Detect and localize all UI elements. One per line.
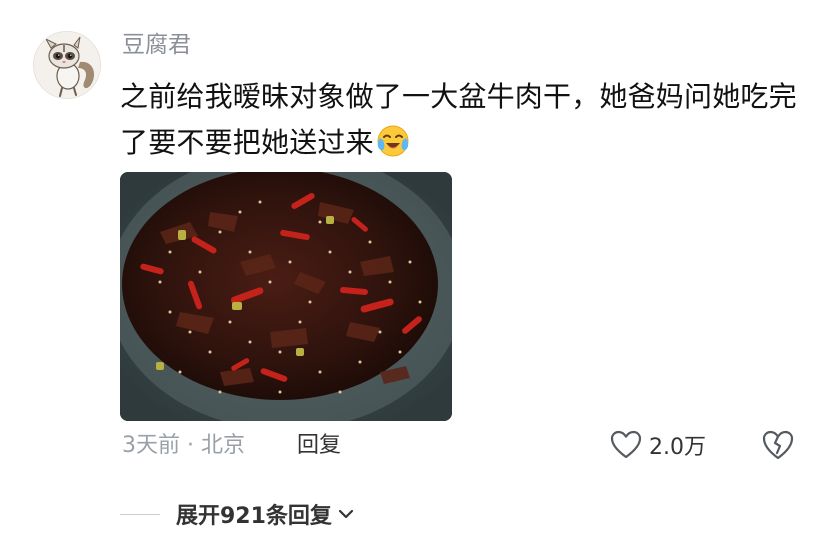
expand-replies-button[interactable]: 展开921条回复	[176, 498, 356, 530]
chevron-down-icon	[338, 509, 354, 519]
crying-laughing-emoji-icon	[376, 124, 410, 158]
heart-icon	[610, 430, 642, 459]
like-button[interactable]: 2.0万	[609, 427, 706, 463]
comment-item: 豆腐君 之前给我暧昧对象做了一大盆牛肉干，她爸妈问她吃完了要不要把她送过来 3天…	[0, 0, 828, 543]
comment-body: 之前给我暧昧对象做了一大盆牛肉干，她爸妈问她吃完了要不要把她送过来	[120, 80, 797, 159]
comment-photo[interactable]	[120, 172, 452, 421]
expand-replies-label: 展开921条回复	[176, 504, 332, 529]
beef-jerky-photo-icon	[120, 172, 452, 421]
comment-text: 之前给我暧昧对象做了一大盆牛肉干，她爸妈问她吃完了要不要把她送过来	[120, 74, 810, 166]
like-count: 2.0万	[649, 435, 706, 460]
divider-line	[120, 513, 160, 515]
avatar[interactable]	[33, 31, 101, 99]
username[interactable]: 豆腐君	[122, 30, 191, 60]
sugar-glider-avatar-icon	[34, 32, 100, 98]
reply-button[interactable]: 回复	[297, 431, 341, 461]
expand-replies-row: 展开921条回复	[120, 498, 356, 530]
comment-time-location: 3天前 · 北京	[122, 433, 245, 458]
dislike-button[interactable]	[760, 427, 796, 463]
broken-heart-icon	[762, 430, 794, 460]
